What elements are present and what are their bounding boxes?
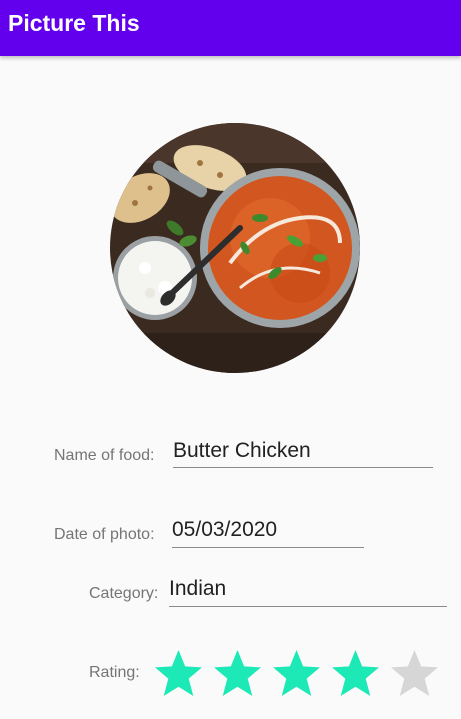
date-of-photo-label: Date of photo: bbox=[54, 526, 155, 543]
star-filled-icon[interactable] bbox=[330, 648, 381, 699]
rating-bar[interactable] bbox=[153, 648, 448, 699]
date-of-photo-underline bbox=[172, 547, 364, 548]
star-empty-icon[interactable] bbox=[389, 648, 440, 699]
name-of-food-underline bbox=[173, 467, 433, 468]
app-bar: Picture This bbox=[0, 0, 461, 56]
app-title: Picture This bbox=[8, 9, 140, 36]
name-of-food-label: Name of food: bbox=[54, 447, 155, 464]
rating-label: Rating: bbox=[89, 664, 140, 681]
date-of-photo-field[interactable]: 05/03/2020 bbox=[172, 518, 277, 542]
star-filled-icon[interactable] bbox=[271, 648, 322, 699]
food-photo[interactable] bbox=[110, 123, 360, 373]
butter-chicken-photo-image bbox=[110, 123, 360, 373]
star-filled-icon[interactable] bbox=[153, 648, 204, 699]
star-filled-icon[interactable] bbox=[212, 648, 263, 699]
category-underline bbox=[169, 606, 447, 607]
category-field[interactable]: Indian bbox=[169, 577, 226, 601]
category-label: Category: bbox=[89, 585, 159, 602]
name-of-food-field[interactable]: Butter Chicken bbox=[173, 439, 311, 463]
